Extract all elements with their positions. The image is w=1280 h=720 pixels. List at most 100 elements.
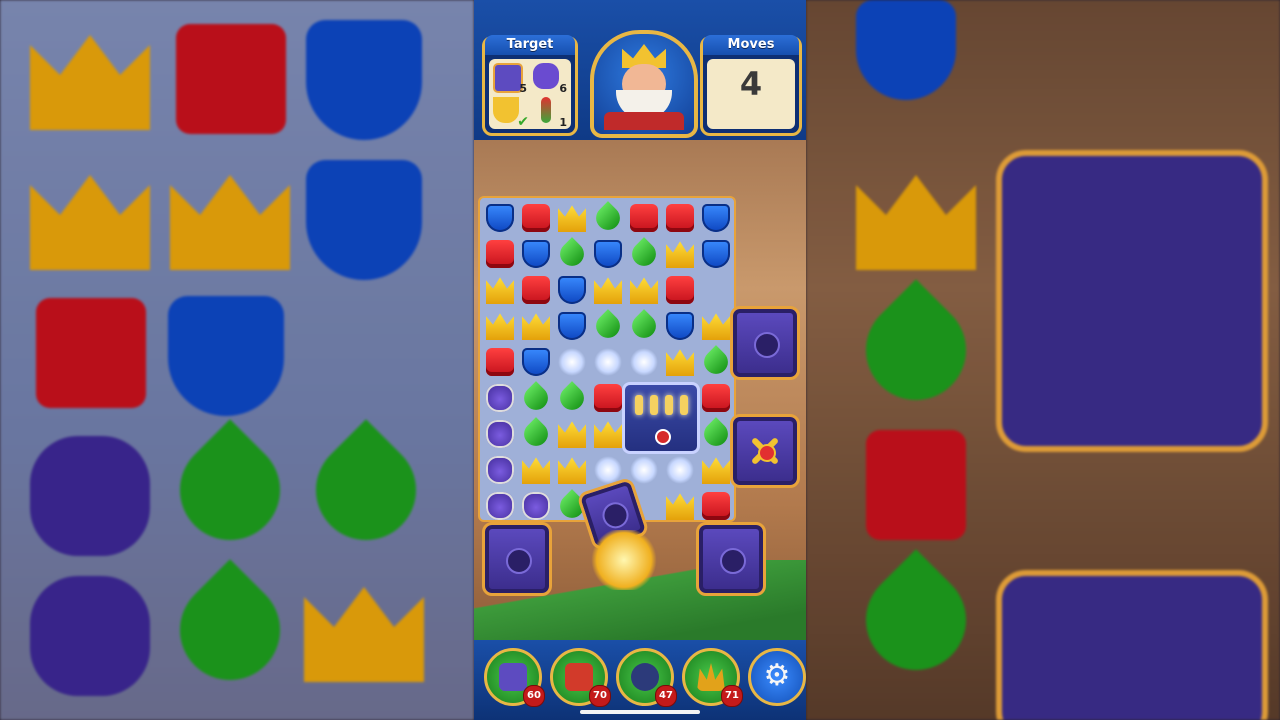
- board-cell[interactable]: [482, 236, 516, 270]
- board-cell[interactable]: [662, 200, 696, 234]
- board-cell[interactable]: [590, 236, 624, 270]
- board-cell[interactable]: [698, 236, 732, 270]
- blue-gem-icon: [594, 240, 622, 268]
- board-cell[interactable]: [554, 416, 588, 450]
- board-cell[interactable]: [554, 380, 589, 415]
- board-cell[interactable]: [554, 200, 588, 234]
- board-cell[interactable]: [590, 272, 624, 306]
- crown-gem-icon: [486, 313, 514, 340]
- board-cell[interactable]: [590, 308, 625, 343]
- board-cell[interactable]: [518, 344, 552, 378]
- vase-gem-icon: [486, 420, 514, 448]
- board-cell[interactable]: [554, 272, 588, 306]
- board-cell[interactable]: [626, 236, 661, 271]
- gear-icon: ⚙: [763, 658, 791, 693]
- safe-box-unlocked[interactable]: [730, 414, 800, 488]
- board-cell[interactable]: [626, 308, 661, 343]
- leaf-gem-icon: [591, 201, 625, 235]
- board-cell[interactable]: [554, 308, 588, 342]
- red-gem-icon: [666, 204, 694, 232]
- blue-gem-icon: [558, 312, 586, 340]
- board-cell[interactable]: [698, 380, 732, 414]
- board-cell[interactable]: [482, 200, 516, 234]
- board-cell[interactable]: [482, 488, 516, 522]
- safe-box[interactable]: [730, 306, 800, 380]
- board-cell[interactable]: [554, 236, 589, 271]
- board-cell[interactable]: [698, 200, 732, 234]
- safe-box[interactable]: [696, 522, 766, 596]
- hammer-booster-button[interactable]: 60: [484, 648, 545, 707]
- settings-button[interactable]: ⚙: [748, 648, 806, 706]
- jester-booster-button[interactable]: 71: [682, 648, 743, 707]
- booster-count: 71: [721, 685, 743, 707]
- board-cell[interactable]: [698, 308, 732, 342]
- crown-gem-icon: [522, 457, 550, 484]
- board-cell[interactable]: [626, 200, 660, 234]
- target-panel: Target 5 6 ✔ 1: [482, 35, 578, 136]
- board-cell[interactable]: [518, 308, 552, 342]
- board-cell[interactable]: [698, 488, 732, 522]
- board-cell[interactable]: [662, 452, 696, 486]
- safe-dial-icon: [599, 498, 632, 532]
- target-count: 6: [559, 82, 567, 95]
- red-gem-icon: [594, 384, 622, 412]
- board-cell[interactable]: [554, 452, 588, 486]
- board-cell[interactable]: [590, 380, 624, 414]
- board-cell[interactable]: [590, 344, 624, 378]
- jester-hat-icon: [697, 663, 725, 691]
- potion-chest[interactable]: [622, 382, 700, 454]
- board-cell[interactable]: [482, 308, 516, 342]
- safe-dial-icon: [754, 332, 780, 358]
- blue-gem-icon: [558, 276, 586, 304]
- leaf-gem-icon: [627, 237, 661, 271]
- board-cell[interactable]: [518, 200, 552, 234]
- board-cell[interactable]: [482, 452, 516, 486]
- board-cell[interactable]: [518, 236, 552, 270]
- board-cell[interactable]: [518, 272, 552, 306]
- board-cell[interactable]: [698, 416, 733, 451]
- board-cell[interactable]: [662, 488, 696, 522]
- crown-gem-icon: [558, 205, 586, 232]
- board-cell[interactable]: [590, 416, 624, 450]
- board-cell[interactable]: [626, 272, 660, 306]
- red-gem-icon: [630, 204, 658, 232]
- board-cell[interactable]: [482, 380, 516, 414]
- board-cell[interactable]: [518, 380, 553, 415]
- red-gem-icon: [666, 276, 694, 304]
- crown-gem-icon: [558, 421, 586, 448]
- target-title: Target: [485, 35, 575, 55]
- board-cell[interactable]: [554, 344, 588, 378]
- board-cell[interactable]: [698, 344, 733, 379]
- blue-gem-icon: [486, 204, 514, 232]
- target-list: 5 6 ✔ 1: [489, 59, 571, 130]
- board-cell[interactable]: [518, 488, 552, 522]
- board-cell[interactable]: [662, 308, 696, 342]
- red-gem-icon: [702, 492, 730, 520]
- moves-panel: Moves 4: [700, 35, 802, 136]
- home-indicator[interactable]: [580, 710, 700, 714]
- board-cell[interactable]: [482, 416, 516, 450]
- king-robe: [604, 112, 684, 130]
- cannon-booster-button[interactable]: 47: [616, 648, 677, 707]
- safe-box[interactable]: [482, 522, 552, 596]
- crown-gem-icon: [522, 313, 550, 340]
- red-button-icon: [758, 444, 776, 462]
- arrow-booster-button[interactable]: 70: [550, 648, 611, 707]
- booster-count: 47: [655, 685, 677, 707]
- board-cell[interactable]: [662, 344, 696, 378]
- board-cell[interactable]: [626, 344, 660, 378]
- board-cell[interactable]: [518, 416, 553, 451]
- board-cell[interactable]: [518, 452, 552, 486]
- sparkle-gem-icon: [630, 348, 658, 376]
- board-cell[interactable]: [662, 272, 696, 306]
- sparkle-gem-icon: [630, 456, 658, 484]
- target-vase: 6: [531, 61, 569, 95]
- board-cell[interactable]: [590, 200, 625, 235]
- board-cell[interactable]: [662, 236, 696, 270]
- board-cell[interactable]: [482, 272, 516, 306]
- game-screen: Target 5 6 ✔ 1 Moves 4 60 70 47 71 ⚙: [474, 0, 806, 720]
- board-cell[interactable]: [482, 344, 516, 378]
- board-cell[interactable]: [698, 452, 732, 486]
- potion-bottles: [631, 395, 691, 419]
- teacup-icon: [493, 97, 519, 123]
